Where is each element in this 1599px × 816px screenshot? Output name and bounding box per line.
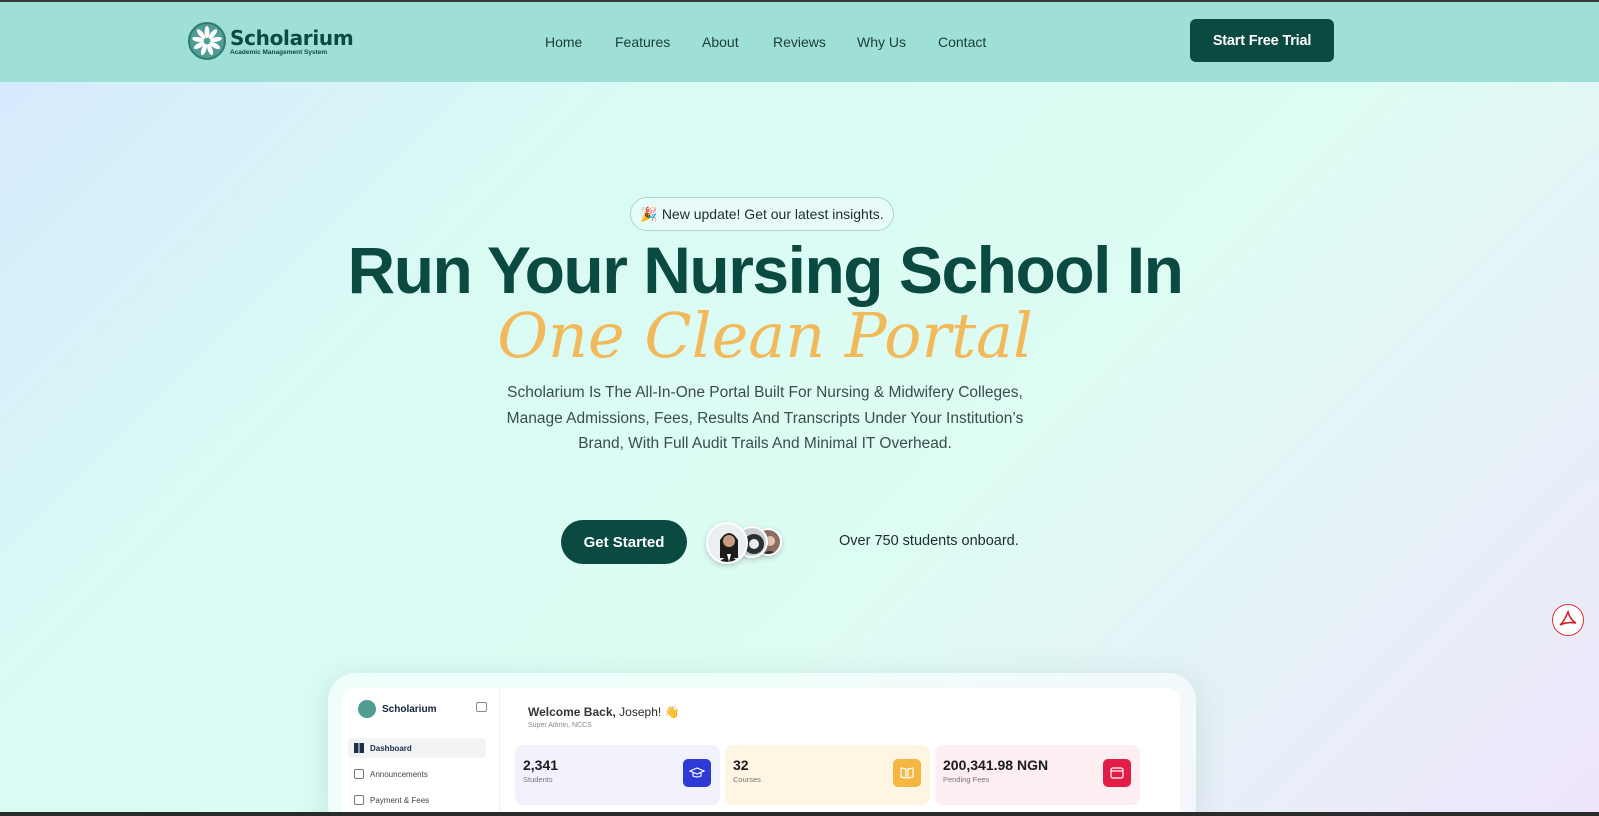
logo[interactable]: Scholarium Academic Management System <box>188 22 354 60</box>
dashboard-brand: Scholarium <box>382 703 437 715</box>
welcome-name: Joseph! 👋 <box>619 705 680 719</box>
welcome-message: Welcome Back, Joseph! 👋 <box>528 705 679 719</box>
get-started-button[interactable]: Get Started <box>561 520 687 564</box>
update-pill[interactable]: 🎉 New update! Get our latest insights. <box>630 197 894 231</box>
book-icon <box>893 759 921 787</box>
sidebar-item-dashboard[interactable]: Dashboard <box>348 738 486 758</box>
site-header: Scholarium Academic Management System Ho… <box>0 2 1599 82</box>
sidebar-item-payment-fees[interactable]: Payment & Fees <box>348 790 486 810</box>
student-avatars <box>706 522 786 564</box>
logo-flower-icon <box>358 700 376 718</box>
dashboard-sidebar: Scholarium Dashboard Announcements Payme… <box>342 688 500 816</box>
stat-card-students[interactable]: 2,341 Students <box>515 745 720 805</box>
stat-card-courses[interactable]: 32 Courses <box>725 745 930 805</box>
sidebar-item-announcements[interactable]: Announcements <box>348 764 486 784</box>
calendar-icon <box>354 795 364 805</box>
nav-features[interactable]: Features <box>615 34 670 50</box>
hero-script-headline: One Clean Portal <box>497 299 1033 372</box>
pdf-icon[interactable] <box>1552 604 1584 636</box>
hero-description-line: Scholarium Is The All-In-One Portal Buil… <box>507 384 1023 401</box>
dashboard-preview: Scholarium Dashboard Announcements Payme… <box>342 688 1180 816</box>
nav-reviews[interactable]: Reviews <box>773 34 826 50</box>
social-proof-text: Over 750 students onboard. <box>839 533 1019 549</box>
nav-contact[interactable]: Contact <box>938 34 986 50</box>
grid-icon <box>354 743 364 753</box>
graduation-cap-icon <box>683 759 711 787</box>
logo-name: Scholarium <box>230 25 354 50</box>
sidebar-item-label: Announcements <box>370 769 428 779</box>
hero-description-line: Brand, With Full Audit Trails And Minima… <box>578 435 952 452</box>
sidebar-item-label: Dashboard <box>370 743 412 753</box>
nav-why-us[interactable]: Why Us <box>857 34 906 50</box>
party-popper-icon: 🎉 <box>640 205 658 222</box>
megaphone-icon <box>354 769 364 779</box>
hero-description: Scholarium Is The All-In-One Portal Buil… <box>465 380 1065 457</box>
logo-tagline: Academic Management System <box>230 48 328 56</box>
wallet-icon <box>1103 759 1131 787</box>
nav-about[interactable]: About <box>702 34 739 50</box>
hero-headline: Run Your Nursing School In <box>347 233 1184 307</box>
start-free-trial-button[interactable]: Start Free Trial <box>1190 19 1334 62</box>
welcome-bold: Welcome Back, <box>528 705 616 719</box>
hero-description-line: Manage Admissions, Fees, Results And Tra… <box>506 409 1024 427</box>
avatar <box>706 522 748 564</box>
sidebar-item-label: Payment & Fees <box>370 795 430 805</box>
dashboard-logo: Scholarium <box>358 700 436 718</box>
update-pill-text: New update! Get our latest insights. <box>661 206 884 222</box>
sidebar-toggle-icon[interactable] <box>476 702 487 712</box>
window-bottom-border <box>0 812 1599 816</box>
logo-flower-icon <box>188 22 226 60</box>
user-role: Super Admin, NCCS <box>528 722 592 729</box>
stat-card-pending-fees[interactable]: 200,341.98 NGN Pending Fees <box>935 745 1140 805</box>
nav-home[interactable]: Home <box>545 34 582 50</box>
